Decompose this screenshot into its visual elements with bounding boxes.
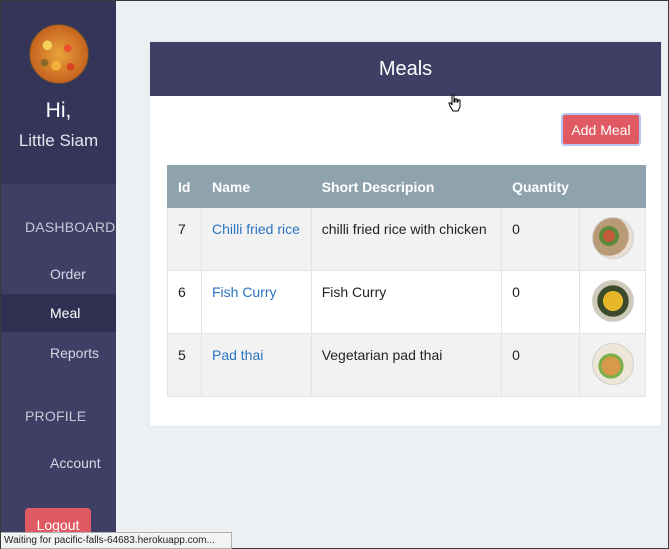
meal-name-link[interactable]: Fish Curry	[212, 284, 277, 300]
meal-image	[591, 343, 634, 385]
restaurant-name: Little Siam	[18, 131, 99, 150]
meal-image	[591, 280, 634, 322]
avatar	[28, 24, 89, 84]
panel-title: Meals	[150, 42, 661, 96]
sidebar: Hi, Little Siam DASHBOARD Order Meal Rep…	[1, 1, 116, 549]
meal-quantity: 0	[501, 270, 581, 334]
profile-section-label: PROFILE	[25, 408, 87, 424]
meal-description: Fish Curry	[310, 270, 503, 334]
table-row: 6 Fish Curry Fish Curry 0	[167, 270, 646, 334]
column-header-description: Short Descripion	[310, 165, 503, 208]
column-header-quantity: Quantity	[501, 165, 581, 208]
meal-description: Vegetarian pad thai	[310, 333, 503, 397]
column-header-name: Name	[200, 165, 312, 208]
meals-panel: Meals Add Meal Id Name Short Descripion …	[149, 41, 662, 427]
meal-image	[591, 217, 634, 259]
meal-quantity: 0	[501, 207, 581, 271]
table-row: 7 Chilli fried rice chilli fried rice wi…	[167, 207, 646, 271]
column-header-image	[579, 165, 646, 208]
meal-name-link[interactable]: Pad thai	[212, 347, 263, 363]
table-row: 5 Pad thai Vegetarian pad thai 0	[167, 333, 646, 397]
column-header-id: Id	[167, 165, 202, 208]
hand-cursor-icon	[448, 94, 461, 112]
dashboard-section-label: DASHBOARD	[25, 219, 116, 235]
add-meal-button[interactable]: Add Meal	[561, 113, 641, 146]
meal-name-link[interactable]: Chilli fried rice	[212, 221, 300, 237]
profile-header: Hi, Little Siam	[1, 1, 116, 184]
sidebar-item-order[interactable]: Order	[1, 255, 116, 293]
sidebar-item-reports[interactable]: Reports	[1, 334, 116, 372]
sidebar-item-account[interactable]: Account	[1, 444, 116, 482]
greeting: Hi,	[45, 99, 72, 122]
browser-status-bar: Waiting for pacific-falls-64683.herokuap…	[1, 532, 232, 549]
meal-id: 5	[167, 333, 202, 397]
meal-id: 7	[167, 207, 202, 271]
meals-table: Id Name Short Descripion Quantity 7 Chil…	[167, 165, 646, 397]
meal-id: 6	[167, 270, 202, 334]
table-header-row: Id Name Short Descripion Quantity	[167, 165, 646, 208]
meal-quantity: 0	[501, 333, 581, 397]
meal-description: chilli fried rice with chicken	[310, 207, 503, 271]
sidebar-item-meal[interactable]: Meal	[1, 294, 116, 332]
